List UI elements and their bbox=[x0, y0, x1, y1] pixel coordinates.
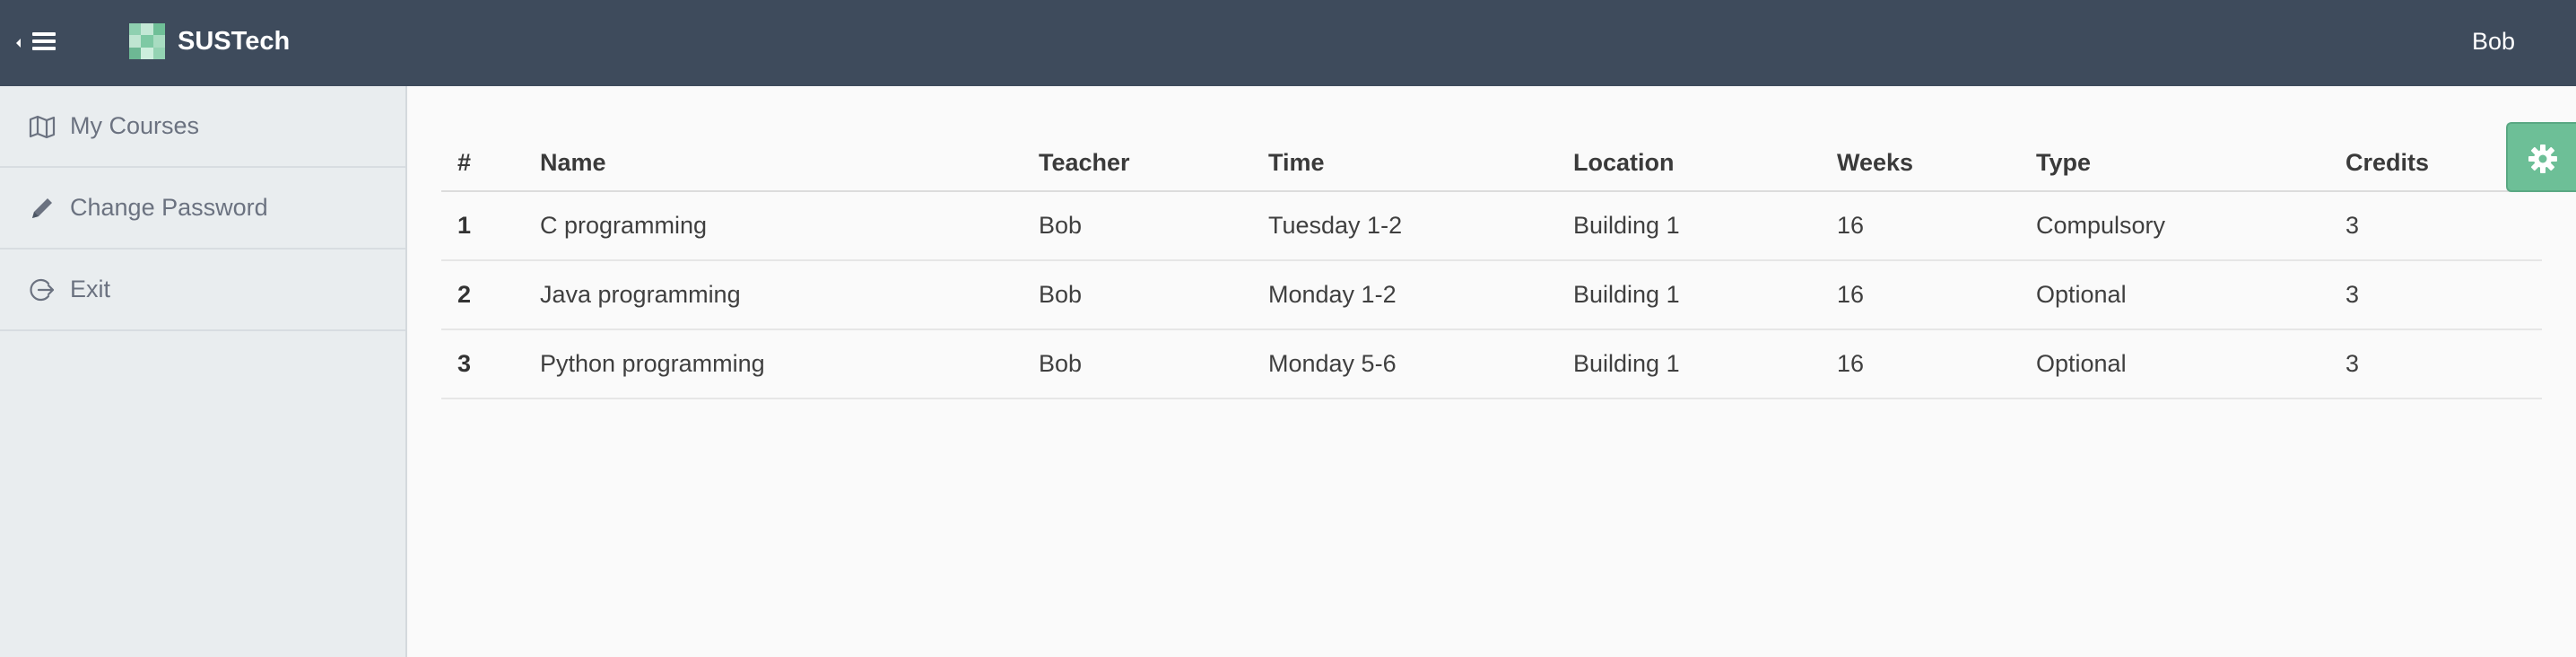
cell-weeks: 16 bbox=[1821, 260, 2020, 330]
sidebar-item-label: My Courses bbox=[70, 112, 200, 139]
cell-type: Optional bbox=[2020, 260, 2329, 330]
settings-button[interactable] bbox=[2506, 122, 2576, 192]
courses-table: # Name Teacher Time Location Weeks Type … bbox=[441, 135, 2542, 399]
table-header-row: # Name Teacher Time Location Weeks Type … bbox=[441, 135, 2542, 192]
cell-index: 3 bbox=[441, 329, 524, 399]
cell-weeks: 16 bbox=[1821, 191, 2020, 261]
column-header-teacher[interactable]: Teacher bbox=[1023, 135, 1252, 192]
brand-name[interactable]: SUSTech bbox=[178, 23, 290, 59]
sidebar: My Courses Change Password Exit bbox=[0, 86, 407, 657]
cell-teacher: Bob bbox=[1023, 260, 1252, 330]
cell-name: Python programming bbox=[524, 329, 1023, 399]
cell-teacher: Bob bbox=[1023, 329, 1252, 399]
cell-teacher: Bob bbox=[1023, 191, 1252, 261]
column-header-time[interactable]: Time bbox=[1252, 135, 1557, 192]
cell-credits: 3 bbox=[2329, 191, 2542, 261]
cell-type: Optional bbox=[2020, 329, 2329, 399]
cell-name: Java programming bbox=[524, 260, 1023, 330]
cell-type: Compulsory bbox=[2020, 191, 2329, 261]
cell-credits: 3 bbox=[2329, 260, 2542, 330]
brand-logo[interactable] bbox=[129, 23, 165, 59]
sidebar-item-my-courses[interactable]: My Courses bbox=[0, 86, 405, 168]
sidebar-item-exit[interactable]: Exit bbox=[0, 250, 405, 331]
cell-credits: 3 bbox=[2329, 329, 2542, 399]
table-row[interactable]: 2 Java programming Bob Monday 1-2 Buildi… bbox=[441, 260, 2542, 330]
column-header-index[interactable]: # bbox=[441, 135, 524, 192]
column-header-type[interactable]: Type bbox=[2020, 135, 2329, 192]
sidebar-item-label: Change Password bbox=[70, 194, 268, 221]
table-row[interactable]: 1 C programming Bob Tuesday 1-2 Building… bbox=[441, 191, 2542, 261]
table-row[interactable]: 3 Python programming Bob Monday 5-6 Buil… bbox=[441, 329, 2542, 399]
courses-table-container: # Name Teacher Time Location Weeks Type … bbox=[441, 135, 2542, 399]
sidebar-item-label: Exit bbox=[70, 276, 111, 302]
column-header-name[interactable]: Name bbox=[524, 135, 1023, 192]
cell-name: C programming bbox=[524, 191, 1023, 261]
cell-time: Monday 5-6 bbox=[1252, 329, 1557, 399]
column-header-location[interactable]: Location bbox=[1557, 135, 1821, 192]
cell-weeks: 16 bbox=[1821, 329, 2020, 399]
sidebar-item-change-password[interactable]: Change Password bbox=[0, 168, 405, 250]
chevron-left-icon bbox=[16, 39, 21, 48]
user-menu[interactable]: Bob bbox=[2472, 23, 2515, 59]
cell-time: Monday 1-2 bbox=[1252, 260, 1557, 330]
map-icon bbox=[29, 113, 56, 140]
sidebar-toggle-button[interactable] bbox=[16, 25, 59, 61]
cell-time: Tuesday 1-2 bbox=[1252, 191, 1557, 261]
logout-icon bbox=[29, 276, 56, 303]
cell-location: Building 1 bbox=[1557, 329, 1821, 399]
column-header-weeks[interactable]: Weeks bbox=[1821, 135, 2020, 192]
hamburger-icon bbox=[32, 32, 56, 50]
top-navbar: SUSTech Bob bbox=[0, 0, 2576, 86]
gear-icon bbox=[2528, 145, 2557, 173]
pencil-icon bbox=[29, 195, 56, 222]
cell-location: Building 1 bbox=[1557, 260, 1821, 330]
cell-location: Building 1 bbox=[1557, 191, 1821, 261]
cell-index: 2 bbox=[441, 260, 524, 330]
cell-index: 1 bbox=[441, 191, 524, 261]
